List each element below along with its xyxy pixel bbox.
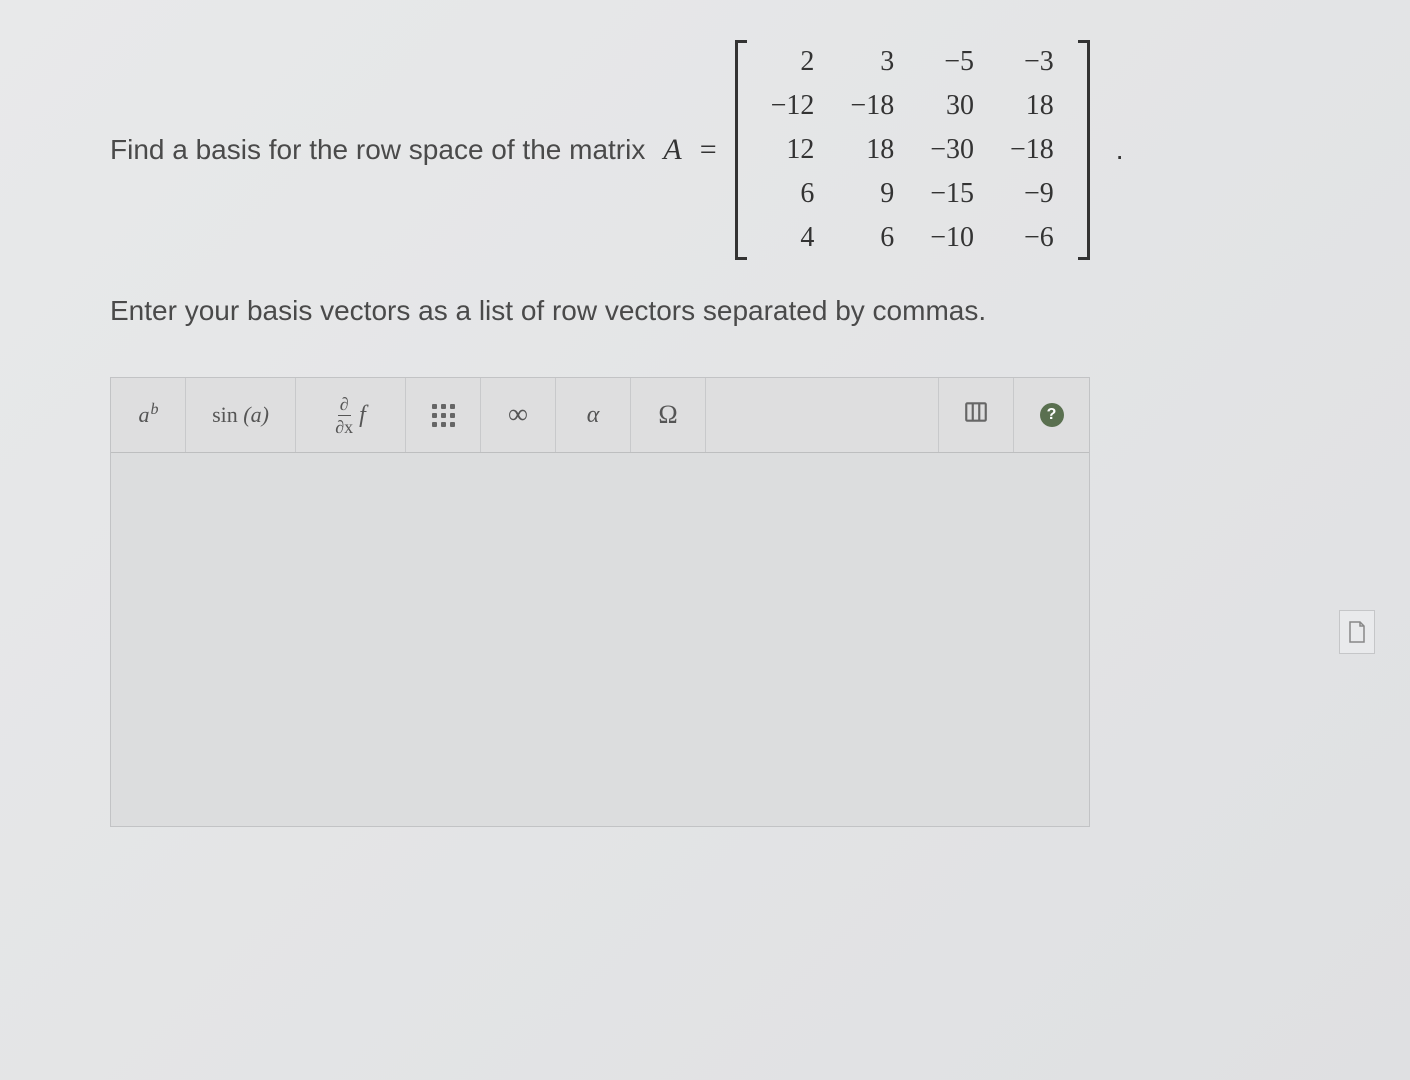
- trig-button[interactable]: sin (a): [186, 378, 296, 452]
- matrix-cell: −30: [912, 128, 992, 172]
- matrix-cell: 30: [912, 84, 992, 128]
- superscript-icon: ab: [139, 402, 158, 429]
- page-icon: [1347, 620, 1367, 644]
- columns-icon: [963, 399, 989, 432]
- question-block: Find a basis for the row space of the ma…: [110, 40, 1310, 260]
- matrix-cell: 6: [753, 172, 833, 216]
- grid-icon: [432, 404, 455, 427]
- derivative-icon: ∂ ∂x f: [335, 395, 366, 436]
- matrix-row: −12 −18 30 18: [753, 84, 1072, 128]
- matrix-display: 2 3 −5 −3 −12 −18 30 18 12 18 −30 −18: [735, 40, 1090, 260]
- columns-button[interactable]: [939, 378, 1014, 452]
- answer-input[interactable]: [111, 453, 1089, 826]
- fullscreen-tab[interactable]: [1339, 610, 1375, 654]
- toolbar-spacer: [706, 378, 939, 452]
- infinity-icon: ∞: [508, 399, 528, 431]
- matrix-cell: 18: [992, 84, 1072, 128]
- matrix-row: 4 6 −10 −6: [753, 216, 1072, 260]
- matrix-row: 6 9 −15 −9: [753, 172, 1072, 216]
- alpha-icon: α: [587, 402, 600, 429]
- matrix-bracket-left: [735, 40, 747, 260]
- power-button[interactable]: ab: [111, 378, 186, 452]
- matrix-cell: 4: [753, 216, 833, 260]
- matrix-cell: 9: [832, 172, 912, 216]
- editor-toolbar: ab sin (a) ∂ ∂x f ∞: [111, 378, 1089, 453]
- matrix-cell: 3: [832, 40, 912, 84]
- instruction-text: Enter your basis vectors as a list of ro…: [110, 295, 1310, 327]
- matrix-cell: −18: [832, 84, 912, 128]
- matrix-cell: −3: [992, 40, 1072, 84]
- matrix-cell: −5: [912, 40, 992, 84]
- help-icon: ?: [1040, 403, 1064, 427]
- infinity-button[interactable]: ∞: [481, 378, 556, 452]
- sin-icon: sin (a): [212, 402, 269, 428]
- matrix-variable: A: [663, 133, 681, 167]
- prompt-row: Find a basis for the row space of the ma…: [110, 40, 1124, 260]
- math-editor: ab sin (a) ∂ ∂x f ∞: [110, 377, 1090, 827]
- matrix-cell: −6: [992, 216, 1072, 260]
- matrix-cell: −18: [992, 128, 1072, 172]
- matrix-row: 12 18 −30 −18: [753, 128, 1072, 172]
- alpha-button[interactable]: α: [556, 378, 631, 452]
- matrix-cell: 6: [832, 216, 912, 260]
- matrix-cell: −10: [912, 216, 992, 260]
- equals-sign: =: [700, 133, 717, 167]
- matrix-cell: −12: [753, 84, 833, 128]
- period: .: [1116, 134, 1124, 166]
- omega-icon: Ω: [658, 400, 677, 430]
- matrix-row: 2 3 −5 −3: [753, 40, 1072, 84]
- derivative-button[interactable]: ∂ ∂x f: [296, 378, 406, 452]
- prompt-text: Find a basis for the row space of the ma…: [110, 134, 645, 166]
- matrix-cell: 12: [753, 128, 833, 172]
- matrix-grid-button[interactable]: [406, 378, 481, 452]
- help-button[interactable]: ?: [1014, 378, 1089, 452]
- matrix-bracket-right: [1078, 40, 1090, 260]
- matrix-cell: 18: [832, 128, 912, 172]
- matrix-cell: −15: [912, 172, 992, 216]
- omega-button[interactable]: Ω: [631, 378, 706, 452]
- matrix-table: 2 3 −5 −3 −12 −18 30 18 12 18 −30 −18: [753, 40, 1072, 260]
- matrix-cell: 2: [753, 40, 833, 84]
- matrix-cell: −9: [992, 172, 1072, 216]
